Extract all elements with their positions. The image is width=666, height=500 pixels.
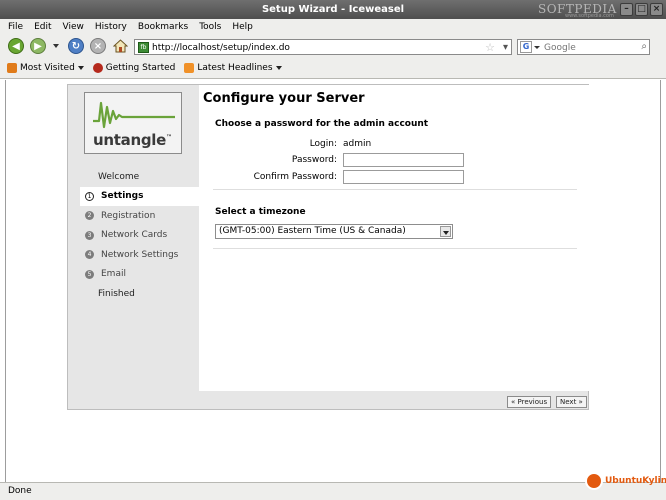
menu-view[interactable]: View <box>63 22 84 32</box>
step-label: Settings <box>101 191 144 202</box>
bookmark-label: Most Visited <box>20 63 75 73</box>
wizard-content: Configure your Server Choose a password … <box>199 85 589 391</box>
bookmark-latest-headlines[interactable]: Latest Headlines <box>184 63 282 73</box>
step-number-icon: 2 <box>85 211 94 221</box>
step-label: Network Settings <box>101 249 179 260</box>
forward-arrow-icon: ▶ <box>34 41 42 52</box>
menu-tools[interactable]: Tools <box>199 22 221 32</box>
step-label: Email <box>101 269 126 280</box>
step-network-cards[interactable]: 3 Network Cards <box>80 226 199 246</box>
setup-wizard-panel: untangle™ Welcome 1 Settings 2 Registrat… <box>67 84 589 410</box>
watermark-text: UbuntuKylin <box>605 476 666 486</box>
menu-help[interactable]: Help <box>232 22 253 32</box>
waveform-logo-icon <box>93 101 175 129</box>
ubuntukylin-logo-icon <box>585 472 603 490</box>
password-field[interactable] <box>343 152 464 167</box>
step-settings[interactable]: 1 Settings <box>80 186 199 206</box>
minimize-icon[interactable]: – <box>620 3 633 16</box>
back-button[interactable]: ◀ <box>8 38 24 54</box>
status-bar: Done <box>0 482 666 500</box>
url-input[interactable] <box>152 41 482 54</box>
untangle-logo: untangle™ <box>84 92 182 154</box>
login-row: Login: admin <box>199 136 372 151</box>
search-engine-icon[interactable]: G <box>520 41 532 53</box>
site-favicon-icon: fb <box>138 42 149 53</box>
home-button[interactable] <box>112 38 129 53</box>
navigation-toolbar: ◀ ▶ ↻ × fb ☆ ▾ G ⌕ <box>0 34 666 58</box>
close-icon[interactable]: × <box>650 3 663 16</box>
confirm-password-field[interactable] <box>343 169 464 184</box>
url-dropdown-icon[interactable]: ▾ <box>503 41 508 54</box>
step-finished[interactable]: Finished <box>80 284 199 304</box>
menu-bookmarks[interactable]: Bookmarks <box>138 22 188 32</box>
rss-icon <box>184 63 195 73</box>
password-section-heading: Choose a password for the admin account <box>215 119 429 129</box>
search-input[interactable] <box>544 41 632 54</box>
step-welcome[interactable]: Welcome <box>80 167 199 187</box>
wizard-steps: Welcome 1 Settings 2 Registration 3 Netw… <box>80 167 199 304</box>
window-titlebar[interactable]: Setup Wizard - Iceweasel SOFTPEDIA www.s… <box>0 0 666 19</box>
menu-edit[interactable]: Edit <box>34 22 51 32</box>
most-visited-icon <box>7 63 17 73</box>
step-email[interactable]: 5 Email <box>80 265 199 285</box>
window-controls: – □ × <box>620 3 663 16</box>
password-label: Password: <box>291 154 337 165</box>
history-dropdown-icon[interactable] <box>53 44 59 48</box>
step-label: Finished <box>98 288 135 299</box>
step-number-icon: 1 <box>85 191 94 201</box>
back-arrow-icon: ◀ <box>12 41 20 52</box>
bookmark-label: Getting Started <box>105 63 176 73</box>
menu-history[interactable]: History <box>95 22 127 32</box>
bookmark-getting-started[interactable]: Getting Started <box>92 63 176 73</box>
search-engine-dropdown-icon[interactable] <box>534 46 540 49</box>
maximize-icon[interactable]: □ <box>635 3 648 16</box>
step-number-icon: 3 <box>85 230 94 240</box>
bookmark-star-icon[interactable]: ☆ <box>485 41 495 54</box>
menu-file[interactable]: File <box>8 22 23 32</box>
step-label: Welcome <box>98 171 140 182</box>
confirm-password-row: Confirm Password: <box>199 169 464 184</box>
search-bar[interactable]: G ⌕ <box>517 39 650 55</box>
stop-icon: × <box>93 41 103 52</box>
page-title: Configure your Server <box>203 91 365 106</box>
step-network-settings[interactable]: 4 Network Settings <box>80 245 199 265</box>
step-label: Network Cards <box>101 230 168 241</box>
bookmarks-toolbar: Most Visited Getting Started Latest Head… <box>0 58 666 79</box>
stop-button[interactable]: × <box>90 38 106 54</box>
window-title: Setup Wizard - Iceweasel <box>261 4 405 15</box>
forward-button[interactable]: ▶ <box>30 38 46 54</box>
previous-button[interactable]: « Previous <box>507 396 552 408</box>
logo-wordmark: untangle™ <box>93 131 172 149</box>
bookmark-most-visited[interactable]: Most Visited <box>7 63 84 73</box>
next-button[interactable]: Next » <box>556 396 587 408</box>
step-registration[interactable]: 2 Registration <box>80 206 199 226</box>
chevron-down-icon <box>275 66 282 70</box>
reload-icon: ↻ <box>71 41 81 52</box>
timezone-section-heading: Select a timezone <box>215 207 306 217</box>
timezone-select[interactable]: (GMT-05:00) Eastern Time (US & Canada) <box>215 224 453 239</box>
timezone-value: (GMT-05:00) Eastern Time (US & Canada) <box>219 226 406 236</box>
getting-started-icon <box>92 63 103 73</box>
login-value: admin <box>343 138 372 149</box>
step-number-icon: 5 <box>85 269 94 279</box>
chevron-down-icon <box>440 226 451 237</box>
url-bar[interactable]: fb ☆ ▾ <box>134 39 512 55</box>
search-icon[interactable]: ⌕ <box>641 40 647 54</box>
home-icon <box>112 39 129 53</box>
status-text: Done <box>8 486 32 496</box>
ubuntukylin-watermark: UbuntuKylin <box>585 472 666 490</box>
section-divider <box>213 189 577 190</box>
step-number-icon: 4 <box>85 250 94 260</box>
confirm-password-label: Confirm Password: <box>253 171 337 182</box>
login-label: Login: <box>309 138 337 149</box>
password-row: Password: <box>199 152 464 167</box>
reload-button[interactable]: ↻ <box>68 38 84 54</box>
section-divider <box>213 248 577 249</box>
step-label: Registration <box>101 210 156 221</box>
chevron-down-icon <box>77 66 84 70</box>
menu-bar: File Edit View History Bookmarks Tools H… <box>0 19 666 34</box>
bookmark-label: Latest Headlines <box>197 63 273 73</box>
